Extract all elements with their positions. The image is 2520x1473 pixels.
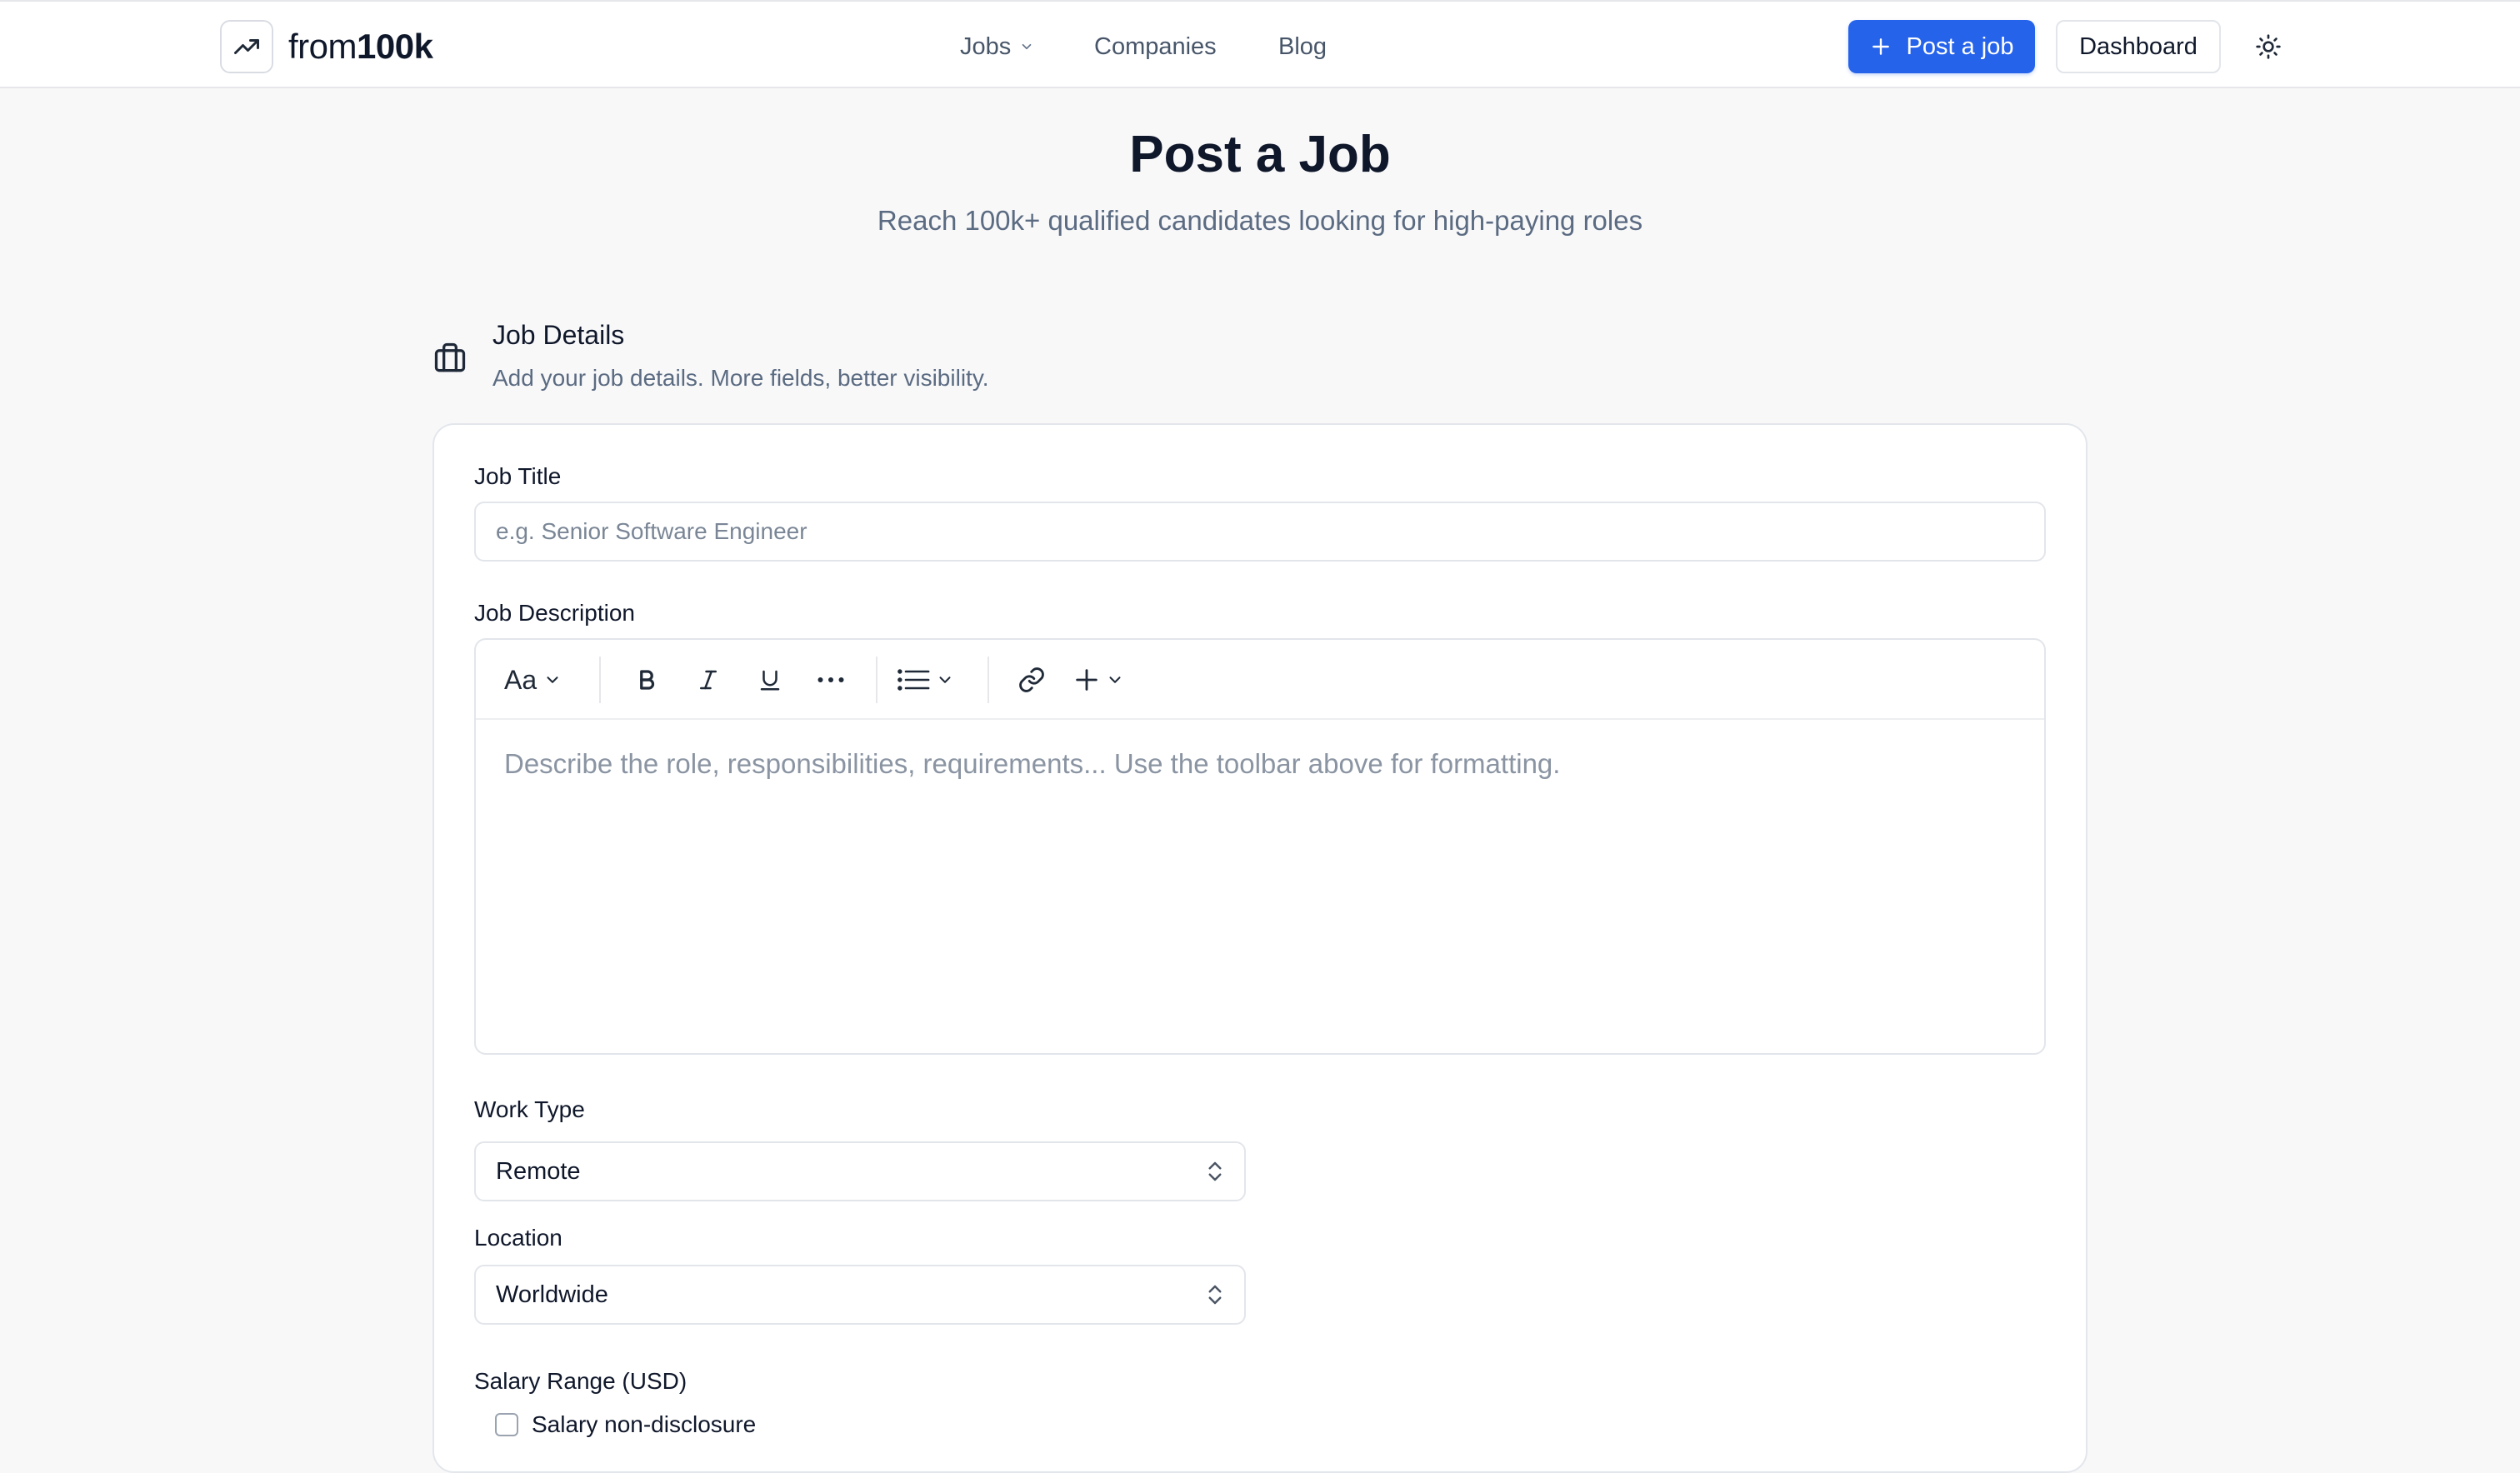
post-job-button-label: Post a job	[1906, 32, 2014, 60]
salary-non-disclosure-label: Salary non-disclosure	[532, 1411, 757, 1437]
chevron-down-icon	[543, 671, 562, 689]
salary-non-disclosure-option[interactable]: Salary non-disclosure	[495, 1411, 756, 1438]
list-dropdown[interactable]	[898, 660, 954, 700]
plus-icon	[1870, 36, 1892, 57]
link-icon[interactable]	[1018, 660, 1046, 700]
brand-name: from100k	[288, 27, 433, 66]
dashboard-button-label: Dashboard	[2079, 32, 2198, 60]
top-navbar: from100k Jobs Companies Blog Post a job …	[0, 0, 2520, 88]
job-description-editor[interactable]: Aa Describe the role, responsibilities, …	[474, 638, 2046, 1055]
nav-blog-link[interactable]: Blog	[1278, 27, 1327, 67]
nav-companies-label: Companies	[1094, 32, 1217, 60]
chevron-down-icon	[1019, 39, 1034, 54]
post-job-button[interactable]: Post a job	[1848, 20, 2035, 73]
underline-icon[interactable]	[758, 660, 782, 700]
job-title-input[interactable]: e.g. Senior Software Engineer	[474, 502, 2046, 562]
editor-toolbar: Aa	[476, 640, 2044, 720]
work-type-select[interactable]: Remote	[474, 1141, 1246, 1201]
location-value: Worldwide	[496, 1281, 608, 1308]
toolbar-divider	[988, 657, 989, 703]
brand-logo[interactable]: from100k	[220, 20, 433, 73]
toolbar-divider	[876, 657, 878, 703]
list-icon	[898, 667, 931, 692]
salary-range-label: Salary Range (USD)	[474, 1368, 688, 1394]
job-description-placeholder: Describe the role, responsibilities, req…	[504, 748, 1561, 779]
plus-icon	[1072, 666, 1101, 694]
job-title-label: Job Title	[474, 463, 562, 489]
nav-jobs-label: Jobs	[960, 32, 1012, 60]
italic-icon[interactable]	[696, 660, 721, 700]
work-type-value: Remote	[496, 1157, 581, 1185]
font-size-dropdown[interactable]: Aa	[504, 660, 562, 700]
page-subtitle: Reach 100k+ qualified candidates looking…	[877, 205, 1643, 236]
nav-jobs-dropdown[interactable]: Jobs	[960, 27, 1034, 67]
chevron-down-icon	[936, 671, 954, 689]
insert-dropdown[interactable]	[1072, 660, 1124, 700]
work-type-label: Work Type	[474, 1096, 585, 1122]
section-title: Job Details	[492, 320, 625, 350]
briefcase-icon	[432, 340, 468, 377]
nav-blog-label: Blog	[1278, 32, 1328, 60]
location-select[interactable]: Worldwide	[474, 1265, 1246, 1325]
chevron-up-down-icon	[1206, 1159, 1224, 1184]
more-options-icon[interactable]	[814, 660, 848, 700]
chevron-up-down-icon	[1206, 1282, 1224, 1307]
nav-companies-link[interactable]: Companies	[1094, 27, 1217, 67]
dashboard-button[interactable]: Dashboard	[2056, 20, 2221, 73]
section-description: Add your job details. More fields, bette…	[492, 365, 989, 391]
theme-toggle-sun-icon[interactable]	[2250, 28, 2287, 65]
font-size-label: Aa	[504, 664, 538, 695]
salary-non-disclosure-checkbox[interactable]	[495, 1413, 518, 1436]
toolbar-divider	[599, 657, 601, 703]
trending-up-icon	[220, 20, 273, 73]
job-description-label: Job Description	[474, 600, 635, 626]
location-label: Location	[474, 1225, 562, 1251]
chevron-down-icon	[1106, 671, 1124, 689]
page-title: Post a Job	[1129, 126, 1391, 183]
bold-icon[interactable]	[634, 660, 659, 700]
